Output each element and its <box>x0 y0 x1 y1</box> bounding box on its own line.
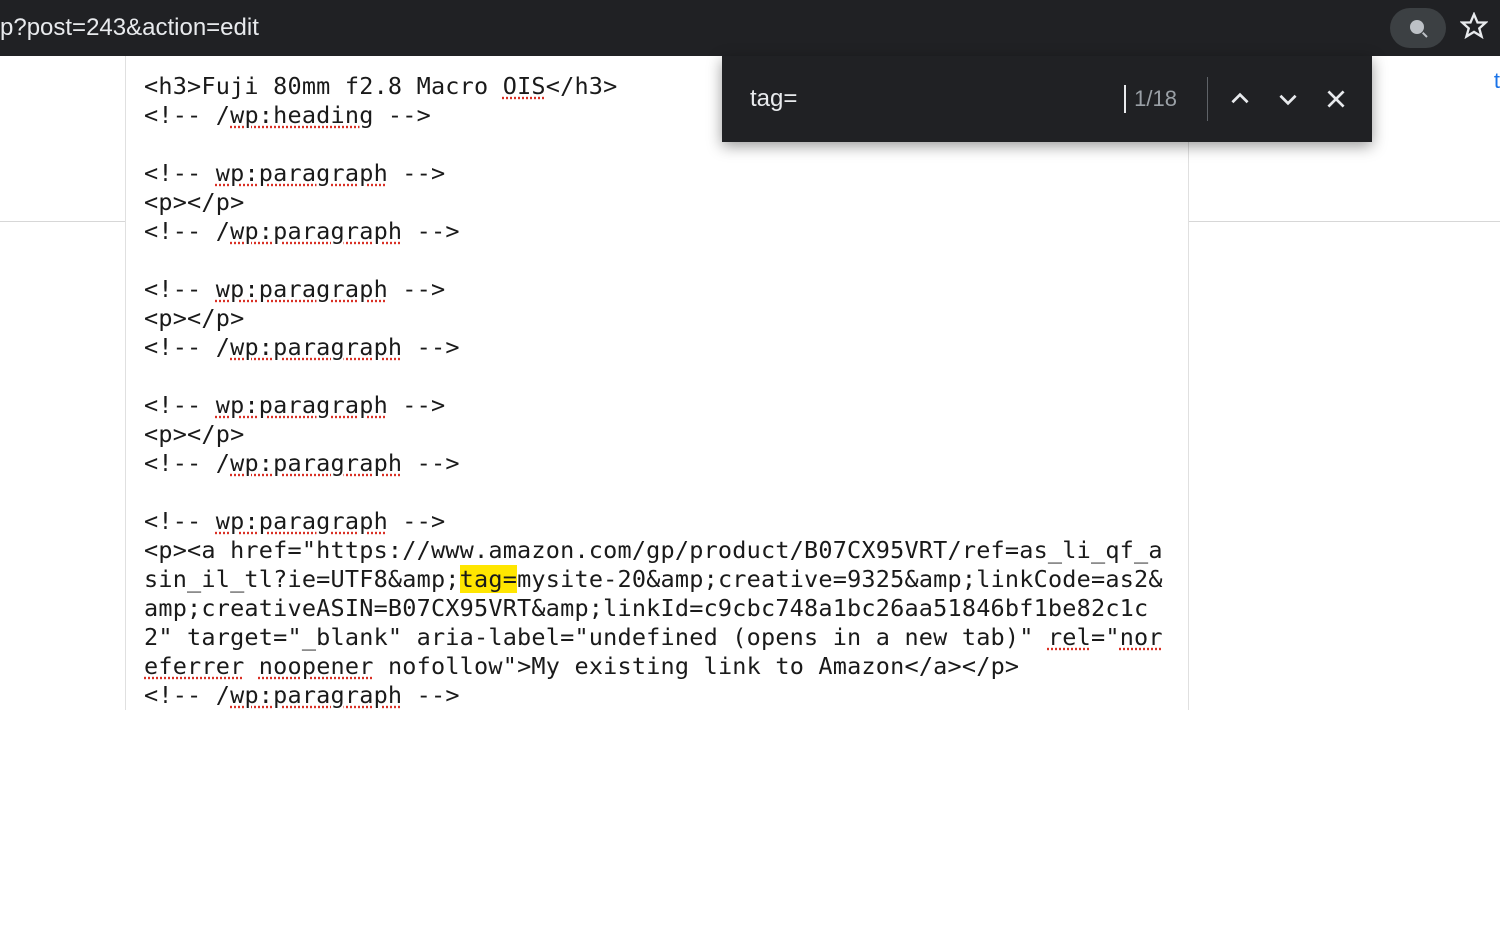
lens-icon[interactable] <box>1390 8 1446 48</box>
find-prev-icon[interactable] <box>1216 75 1264 123</box>
find-input-wrap[interactable]: tag= <box>750 85 1126 113</box>
code-text[interactable]: <h3>Fuji 80mm f2.8 Macro OIS</h3> <!-- /… <box>144 72 1170 710</box>
find-next-icon[interactable] <box>1264 75 1312 123</box>
find-close-icon[interactable] <box>1312 75 1360 123</box>
cropped-link-fragment: t <box>1494 68 1500 94</box>
browser-toolbar: p?post=243&action=edit <box>0 0 1500 56</box>
code-editor[interactable]: <h3>Fuji 80mm f2.8 Macro OIS</h3> <!-- /… <box>125 56 1189 710</box>
text-cursor <box>1124 85 1126 113</box>
find-match-highlight: tag= <box>460 565 517 593</box>
find-match-count: 1/18 <box>1134 86 1177 112</box>
separator <box>1207 77 1208 121</box>
address-bar[interactable]: p?post=243&action=edit <box>0 14 1390 42</box>
bookmark-star-icon[interactable] <box>1460 12 1488 45</box>
find-input[interactable]: tag= <box>750 85 1123 113</box>
page-body: t <h3>Fuji 80mm f2.8 Macro OIS</h3> <!--… <box>0 56 1500 944</box>
find-in-page-bar: tag= 1/18 <box>722 56 1372 142</box>
toolbar-actions <box>1390 8 1488 48</box>
